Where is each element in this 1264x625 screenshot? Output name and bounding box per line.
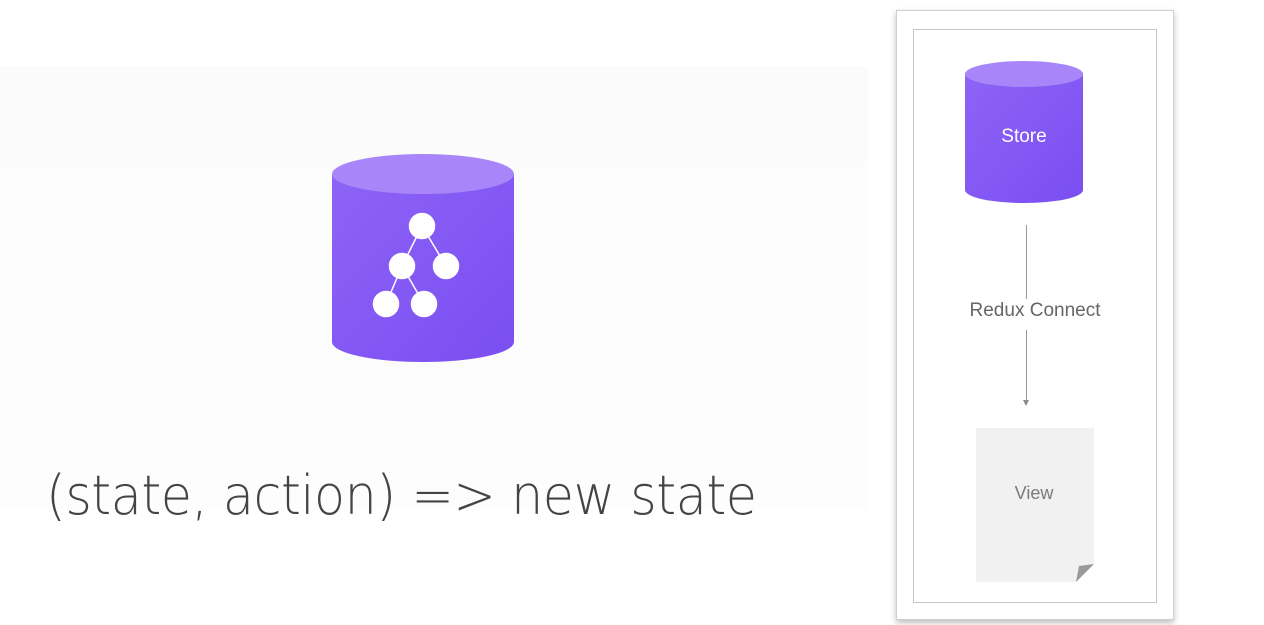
view-label: View <box>1014 483 1054 503</box>
view-document-icon <box>976 428 1094 582</box>
arrow-down-icon <box>1023 400 1029 406</box>
redux-diagram-card: Store Redux Connect View <box>896 10 1174 620</box>
reducer-formula: (state, action) => new state <box>46 464 757 527</box>
store-label: Store <box>1001 126 1047 147</box>
store-database-icon <box>332 154 514 362</box>
redux-connect-label: Redux Connect <box>969 300 1101 321</box>
connector-line-top <box>1026 225 1027 299</box>
main-slide-area: (state, action) => new state <box>0 66 868 527</box>
slide: (state, action) => new state Store Redux… <box>0 0 1264 625</box>
diagram-frame: Store Redux Connect View <box>913 29 1157 603</box>
connector-line-bottom <box>1026 330 1027 402</box>
